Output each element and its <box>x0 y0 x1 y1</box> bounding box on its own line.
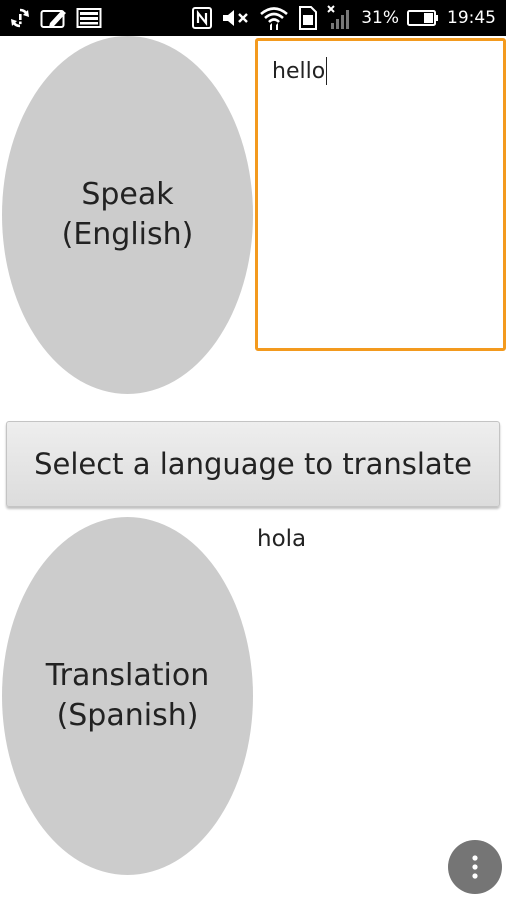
speak-button-language: (English) <box>61 217 194 252</box>
edit-icon <box>40 7 68 29</box>
translation-button[interactable]: Translation (Spanish) <box>2 517 253 875</box>
clock: 19:45 <box>447 8 496 28</box>
translated-text: hola <box>257 526 307 552</box>
sync-icon <box>8 6 32 30</box>
battery-percent: 31% <box>361 8 399 28</box>
battery-icon <box>407 9 439 27</box>
status-bar: 31% 19:45 <box>0 0 506 36</box>
source-text-value: hello <box>272 58 326 84</box>
nfc-icon <box>191 6 213 30</box>
select-language-button[interactable]: Select a language to translate <box>6 421 500 507</box>
source-text-input[interactable]: hello <box>255 38 506 351</box>
image-icon <box>76 7 102 29</box>
more-vert-icon <box>471 854 479 880</box>
sim-icon <box>297 5 319 31</box>
speak-button[interactable]: Speak (English) <box>2 36 253 394</box>
text-caret <box>326 57 328 85</box>
translation-button-language: (Spanish) <box>56 698 199 733</box>
overflow-menu-button[interactable] <box>448 840 502 894</box>
translation-button-label: Translation <box>45 658 210 693</box>
wifi-icon <box>259 5 289 31</box>
source-text-value-wrap: hello <box>272 57 328 85</box>
status-bar-left <box>8 0 102 36</box>
signal-icon <box>327 5 353 31</box>
status-bar-right: 31% 19:45 <box>191 0 496 36</box>
speak-button-label: Speak <box>81 177 174 212</box>
mute-icon <box>221 7 251 29</box>
